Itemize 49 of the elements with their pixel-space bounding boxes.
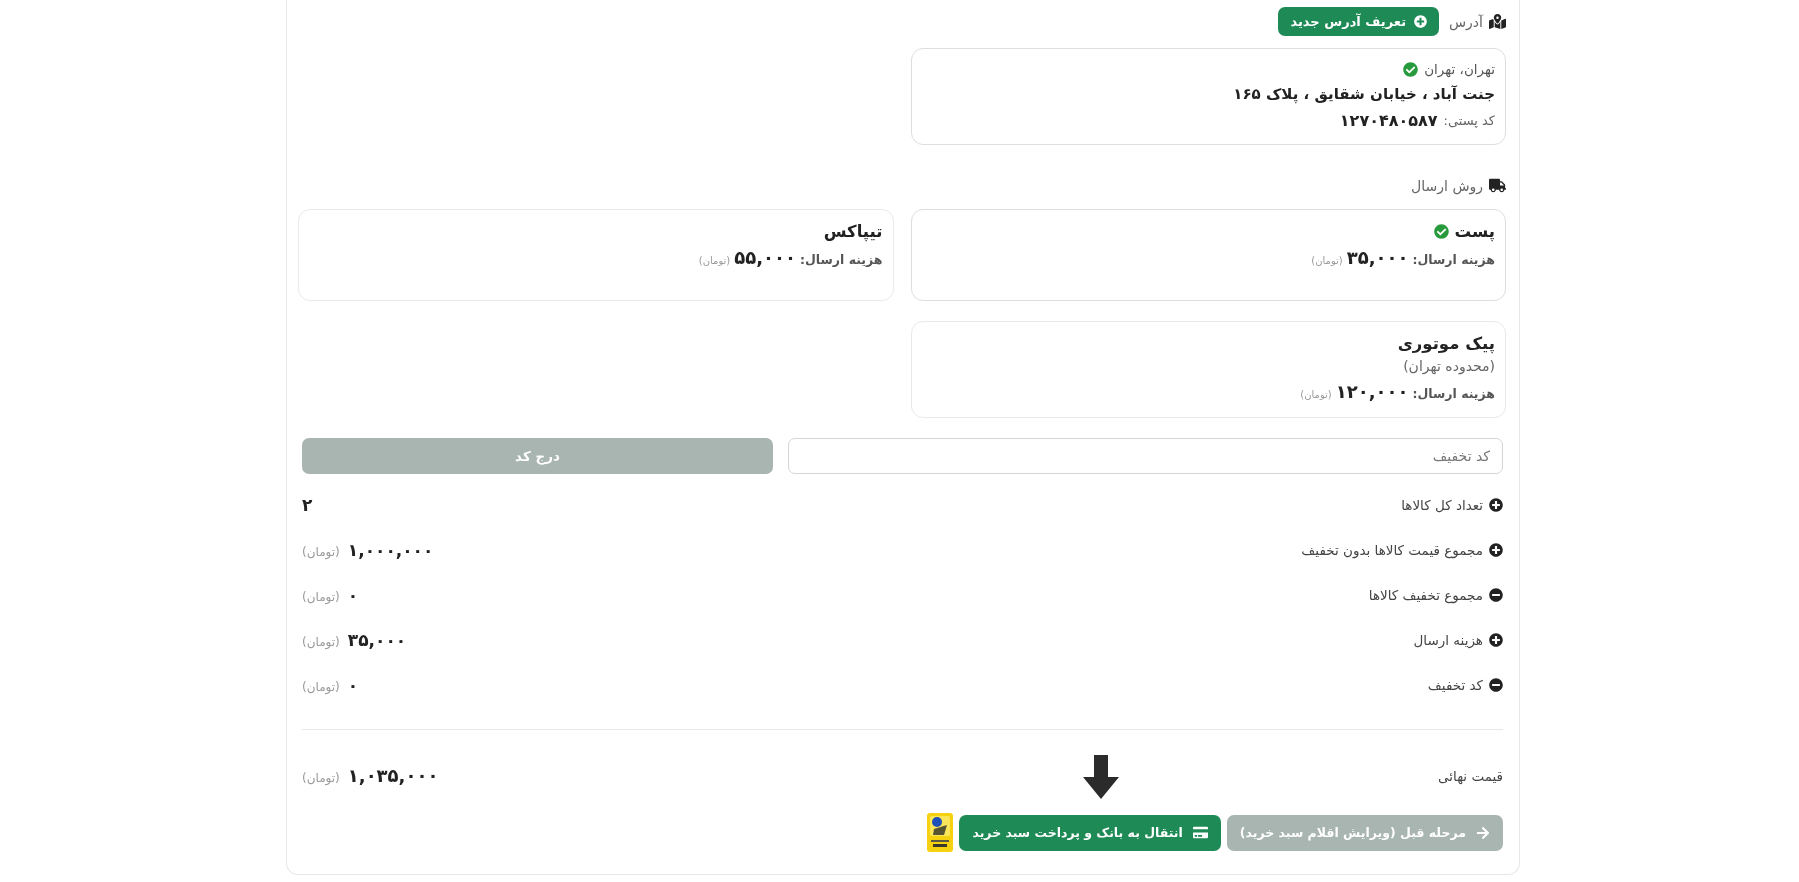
- shipping-method-card[interactable]: پست هزینه ارسال: ۳۵,۰۰۰ (تومان): [910, 209, 1506, 301]
- summary-label: مجموع تخفیف کالاها: [1368, 586, 1483, 603]
- shipping-cost-label: هزینه ارسال:: [1412, 252, 1495, 267]
- section-title: آدرس: [1449, 13, 1483, 30]
- add-address-button[interactable]: تعریف آدرس جدید: [1278, 7, 1439, 36]
- shipping-cost: ۳۵,۰۰۰: [1346, 247, 1409, 268]
- summary-value: ۳۵,۰۰۰: [347, 629, 407, 650]
- section-title: روش ارسال: [1411, 177, 1483, 194]
- currency-label: (تومان): [1300, 389, 1332, 400]
- currency-label: (تومان): [1311, 255, 1343, 266]
- shipping-method-name: تیپاکس: [823, 221, 883, 241]
- shipping-cost-label: هزینه ارسال:: [800, 252, 883, 267]
- shipping-method-card[interactable]: تیپاکس هزینه ارسال: ۵۵,۰۰۰ (تومان): [298, 209, 894, 301]
- currency-label: (تومان): [302, 771, 340, 785]
- shipping-method-name: پست: [1454, 221, 1495, 241]
- shipping-cost-label: هزینه ارسال:: [1412, 386, 1495, 401]
- arrow-down-icon: [1082, 754, 1119, 799]
- summary-label: کد تخفیف: [1427, 676, 1483, 693]
- summary-value: ۰: [347, 584, 359, 605]
- total-value: ۱,۰۳۵,۰۰۰: [347, 765, 439, 786]
- postal-code-label: کد پستی:: [1443, 112, 1495, 128]
- summary-label: هزینه ارسال: [1413, 631, 1483, 648]
- pay-button[interactable]: انتقال به بانک و پرداخت سبد خرید: [959, 814, 1221, 851]
- summary-value: ۲: [302, 494, 313, 515]
- total-label: قیمت نهائی: [1438, 767, 1503, 784]
- currency-label: (تومان): [302, 634, 340, 649]
- summary-label: مجموع قیمت کالاها بدون تخفیف: [1301, 541, 1483, 558]
- shipping-method-name: پیک موتوری: [1397, 333, 1495, 353]
- currency-label: (تومان): [302, 544, 340, 559]
- summary-value: ۱,۰۰۰,۰۰۰: [347, 539, 434, 560]
- shipping-cost: ۵۵,۰۰۰: [734, 247, 796, 268]
- arrow-right-icon: [1476, 825, 1490, 840]
- truck-icon: [1489, 177, 1506, 194]
- currency-label: (تومان): [302, 589, 340, 604]
- shipping-method-card[interactable]: پیک موتوری (محدوده تهران) هزینه ارسال: ۱۲۰,۰۰۰ (تومان): [910, 321, 1506, 418]
- summary-value: ۰: [347, 674, 359, 695]
- postal-code: ۱۲۷۰۴۸۰۵۸۷: [1339, 110, 1438, 130]
- address-city: تهران، تهران: [1424, 61, 1495, 77]
- address-street: جنت آباد ، خیابان شقایق ، پلاک ۱۶۵: [1233, 85, 1495, 103]
- currency-label: (تومان): [302, 679, 340, 694]
- shipping-cost: ۱۲۰,۰۰۰: [1335, 381, 1409, 402]
- map-icon: [1489, 13, 1506, 30]
- shipping-method-note: (محدوده تهران): [1403, 358, 1495, 374]
- credit-card-icon: [1192, 825, 1208, 840]
- summary-label: تعداد کل کالاها: [1401, 496, 1483, 513]
- currency-label: (تومان): [698, 255, 731, 266]
- discount-code-field[interactable]: کد تخفیف: [788, 438, 1503, 474]
- trust-badge-icon[interactable]: [927, 813, 954, 852]
- address-card[interactable]: تهران، تهران جنت آباد ، خیابان شقایق ، پلاک ۱۶۵ کد پستی: ۱۲۷۰۴۸۰۵۸۷: [910, 48, 1506, 145]
